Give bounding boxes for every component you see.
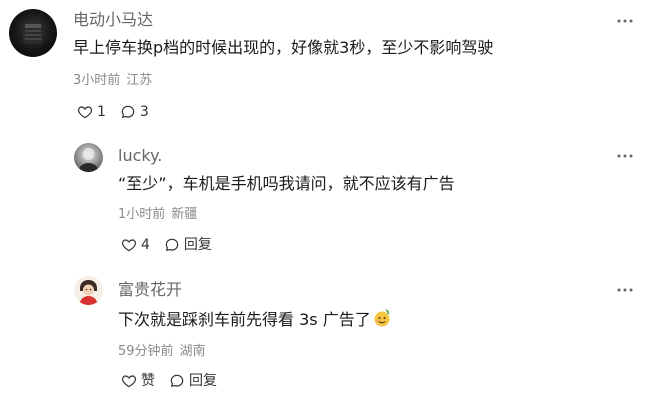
speech-bubble-icon [170,374,184,387]
reply-button[interactable]: 回复 [164,235,212,255]
comment-meta: 59分钟前 湖南 [118,343,206,361]
more-options-icon[interactable] [615,280,635,300]
comment-meta: 3小时前 江苏 [73,72,152,90]
reply-button[interactable]: 3 [120,102,149,122]
avatar-image [79,280,98,305]
like-count: 1 [97,104,106,120]
comment-text: 下次就是踩刹车前先得看 3s 广告了 [118,308,392,331]
comment-time: 59分钟前 [118,344,174,359]
comment-actions: 4 回复 [121,235,226,255]
avatar-image [78,148,99,172]
avatar[interactable] [9,9,57,57]
comment-location: 江苏 [126,73,153,88]
like-button[interactable]: 赞 [121,371,155,391]
like-button[interactable]: 1 [77,102,106,122]
like-label: 赞 [141,373,155,389]
avatar[interactable] [74,143,103,172]
comment-actions: 赞 回复 [121,371,231,391]
reply-label: 回复 [189,373,217,389]
heart-outline-icon [121,239,137,252]
comment-location: 湖南 [179,344,206,359]
more-options-icon[interactable] [615,11,635,31]
more-options-icon[interactable] [615,146,635,166]
comment-text-body: 下次就是踩刹车前先得看 3s 广告了 [118,310,371,329]
comment-username[interactable]: 富贵花开 [118,280,182,300]
comment-meta: 1小时前 新疆 [118,206,197,224]
comment-time: 1小时前 [118,207,166,222]
sweat-smile-emoji-icon [374,309,390,327]
comment-time: 3小时前 [73,73,121,88]
reply-count: 3 [139,104,149,120]
comment-text: “至少”，车机是手机吗我请问，就不应该有广告 [118,174,455,193]
heart-outline-icon [77,106,93,119]
like-count: 4 [141,237,150,253]
like-button[interactable]: 4 [121,235,150,255]
heart-outline-icon [121,375,137,388]
comment-location: 新疆 [171,207,198,222]
reply-button[interactable]: 回复 [169,371,217,391]
avatar-image [23,22,43,44]
comment-actions: 1 3 [77,102,163,122]
comment-username[interactable]: lucky. [118,146,162,166]
avatar[interactable] [74,276,103,305]
speech-bubble-icon [165,238,179,251]
speech-bubble-icon [121,105,135,118]
reply-label: 回复 [183,237,212,253]
comment-text: 早上停车换p档的时候出现的，好像就3秒，至少不影响驾驶 [73,38,494,57]
comment-username[interactable]: 电动小马达 [73,10,153,30]
